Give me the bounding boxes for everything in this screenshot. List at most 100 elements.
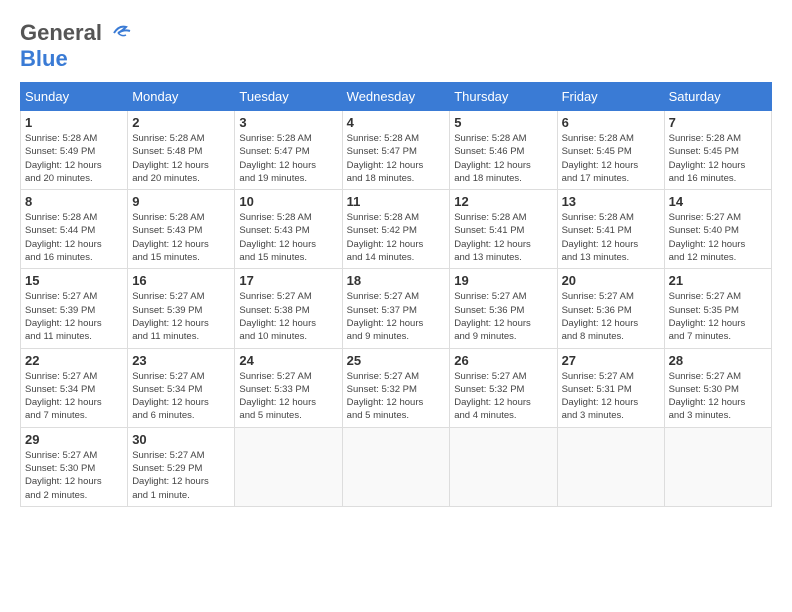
day-details: Sunrise: 5:28 AMSunset: 5:45 PMDaylight:… (562, 132, 660, 185)
day-details: Sunrise: 5:28 AMSunset: 5:41 PMDaylight:… (454, 211, 552, 264)
day-number: 25 (347, 353, 446, 368)
day-number: 14 (669, 194, 767, 209)
day-details: Sunrise: 5:27 AMSunset: 5:35 PMDaylight:… (669, 290, 767, 343)
day-details: Sunrise: 5:28 AMSunset: 5:43 PMDaylight:… (239, 211, 337, 264)
day-number: 9 (132, 194, 230, 209)
calendar-week-row: 22 Sunrise: 5:27 AMSunset: 5:34 PMDayligh… (21, 348, 772, 427)
calendar-cell: 30 Sunrise: 5:27 AMSunset: 5:29 PMDayligh… (128, 427, 235, 506)
day-details: Sunrise: 5:28 AMSunset: 5:42 PMDaylight:… (347, 211, 446, 264)
day-details: Sunrise: 5:28 AMSunset: 5:41 PMDaylight:… (562, 211, 660, 264)
day-details: Sunrise: 5:27 AMSunset: 5:33 PMDaylight:… (239, 370, 337, 423)
logo-blue-text: Blue (20, 46, 68, 71)
calendar-cell (450, 427, 557, 506)
header-friday: Friday (557, 83, 664, 111)
day-number: 22 (25, 353, 123, 368)
calendar-cell: 22 Sunrise: 5:27 AMSunset: 5:34 PMDayligh… (21, 348, 128, 427)
day-details: Sunrise: 5:27 AMSunset: 5:32 PMDaylight:… (347, 370, 446, 423)
day-details: Sunrise: 5:27 AMSunset: 5:34 PMDaylight:… (132, 370, 230, 423)
day-number: 6 (562, 115, 660, 130)
header-wednesday: Wednesday (342, 83, 450, 111)
day-details: Sunrise: 5:28 AMSunset: 5:43 PMDaylight:… (132, 211, 230, 264)
calendar-cell: 24 Sunrise: 5:27 AMSunset: 5:33 PMDayligh… (235, 348, 342, 427)
calendar-cell: 2 Sunrise: 5:28 AMSunset: 5:48 PMDaylight… (128, 111, 235, 190)
calendar-week-row: 1 Sunrise: 5:28 AMSunset: 5:49 PMDaylight… (21, 111, 772, 190)
logo-bird-icon (104, 23, 132, 43)
day-number: 29 (25, 432, 123, 447)
calendar-week-row: 15Sunrise: 5:27 AMSunset: 5:39 PMDayligh… (21, 269, 772, 348)
calendar-cell: 6 Sunrise: 5:28 AMSunset: 5:45 PMDaylight… (557, 111, 664, 190)
page-header: General Blue (20, 20, 772, 72)
calendar-cell: 28 Sunrise: 5:27 AMSunset: 5:30 PMDayligh… (664, 348, 771, 427)
calendar-cell: 29 Sunrise: 5:27 AMSunset: 5:30 PMDayligh… (21, 427, 128, 506)
day-details: Sunrise: 5:27 AMSunset: 5:39 PMDaylight:… (25, 290, 123, 343)
day-number: 21 (669, 273, 767, 288)
logo-general-text: General (20, 20, 102, 46)
day-details: Sunrise: 5:27 AMSunset: 5:36 PMDaylight:… (562, 290, 660, 343)
calendar-cell: 18Sunrise: 5:27 AMSunset: 5:37 PMDayligh… (342, 269, 450, 348)
calendar-cell (235, 427, 342, 506)
day-number: 20 (562, 273, 660, 288)
calendar-cell: 26 Sunrise: 5:27 AMSunset: 5:32 PMDayligh… (450, 348, 557, 427)
day-details: Sunrise: 5:27 AMSunset: 5:30 PMDaylight:… (25, 449, 123, 502)
day-number: 24 (239, 353, 337, 368)
calendar-cell: 16 Sunrise: 5:27 AMSunset: 5:39 PMDayligh… (128, 269, 235, 348)
header-tuesday: Tuesday (235, 83, 342, 111)
calendar-cell: 15Sunrise: 5:27 AMSunset: 5:39 PMDayligh… (21, 269, 128, 348)
calendar-cell: 21 Sunrise: 5:27 AMSunset: 5:35 PMDayligh… (664, 269, 771, 348)
day-details: Sunrise: 5:27 AMSunset: 5:30 PMDaylight:… (669, 370, 767, 423)
day-number: 30 (132, 432, 230, 447)
calendar-cell (664, 427, 771, 506)
calendar-cell: 4 Sunrise: 5:28 AMSunset: 5:47 PMDaylight… (342, 111, 450, 190)
calendar-cell: 20 Sunrise: 5:27 AMSunset: 5:36 PMDayligh… (557, 269, 664, 348)
calendar-table: Sunday Monday Tuesday Wednesday Thursday… (20, 82, 772, 507)
day-number: 23 (132, 353, 230, 368)
calendar-cell: 19 Sunrise: 5:27 AMSunset: 5:36 PMDayligh… (450, 269, 557, 348)
day-details: Sunrise: 5:27 AMSunset: 5:29 PMDaylight:… (132, 449, 230, 502)
day-details: Sunrise: 5:27 AMSunset: 5:40 PMDaylight:… (669, 211, 767, 264)
day-number: 18 (347, 273, 446, 288)
calendar-cell: 17 Sunrise: 5:27 AMSunset: 5:38 PMDayligh… (235, 269, 342, 348)
day-details: Sunrise: 5:28 AMSunset: 5:45 PMDaylight:… (669, 132, 767, 185)
calendar-cell: 8Sunrise: 5:28 AMSunset: 5:44 PMDaylight… (21, 190, 128, 269)
day-number: 10 (239, 194, 337, 209)
day-number: 17 (239, 273, 337, 288)
day-number: 5 (454, 115, 552, 130)
calendar-cell: 23 Sunrise: 5:27 AMSunset: 5:34 PMDayligh… (128, 348, 235, 427)
day-details: Sunrise: 5:28 AMSunset: 5:44 PMDaylight:… (25, 211, 123, 264)
header-thursday: Thursday (450, 83, 557, 111)
day-number: 3 (239, 115, 337, 130)
day-details: Sunrise: 5:27 AMSunset: 5:34 PMDaylight:… (25, 370, 123, 423)
calendar-cell: 7Sunrise: 5:28 AMSunset: 5:45 PMDaylight… (664, 111, 771, 190)
day-number: 16 (132, 273, 230, 288)
day-number: 27 (562, 353, 660, 368)
calendar-cell: 12 Sunrise: 5:28 AMSunset: 5:41 PMDayligh… (450, 190, 557, 269)
day-details: Sunrise: 5:28 AMSunset: 5:47 PMDaylight:… (347, 132, 446, 185)
day-number: 19 (454, 273, 552, 288)
day-number: 28 (669, 353, 767, 368)
calendar-cell (342, 427, 450, 506)
day-number: 4 (347, 115, 446, 130)
header-saturday: Saturday (664, 83, 771, 111)
calendar-cell: 1 Sunrise: 5:28 AMSunset: 5:49 PMDaylight… (21, 111, 128, 190)
day-details: Sunrise: 5:27 AMSunset: 5:32 PMDaylight:… (454, 370, 552, 423)
calendar-cell: 5 Sunrise: 5:28 AMSunset: 5:46 PMDaylight… (450, 111, 557, 190)
day-number: 12 (454, 194, 552, 209)
day-details: Sunrise: 5:28 AMSunset: 5:46 PMDaylight:… (454, 132, 552, 185)
calendar-cell: 11Sunrise: 5:28 AMSunset: 5:42 PMDayligh… (342, 190, 450, 269)
calendar-cell: 13Sunrise: 5:28 AMSunset: 5:41 PMDayligh… (557, 190, 664, 269)
day-details: Sunrise: 5:27 AMSunset: 5:39 PMDaylight:… (132, 290, 230, 343)
day-details: Sunrise: 5:28 AMSunset: 5:49 PMDaylight:… (25, 132, 123, 185)
calendar-week-row: 29 Sunrise: 5:27 AMSunset: 5:30 PMDayligh… (21, 427, 772, 506)
logo: General Blue (20, 20, 132, 72)
day-number: 26 (454, 353, 552, 368)
day-details: Sunrise: 5:28 AMSunset: 5:48 PMDaylight:… (132, 132, 230, 185)
day-number: 2 (132, 115, 230, 130)
calendar-header-row: Sunday Monday Tuesday Wednesday Thursday… (21, 83, 772, 111)
day-details: Sunrise: 5:28 AMSunset: 5:47 PMDaylight:… (239, 132, 337, 185)
day-details: Sunrise: 5:27 AMSunset: 5:36 PMDaylight:… (454, 290, 552, 343)
calendar-cell: 25 Sunrise: 5:27 AMSunset: 5:32 PMDayligh… (342, 348, 450, 427)
day-number: 1 (25, 115, 123, 130)
calendar-cell: 3 Sunrise: 5:28 AMSunset: 5:47 PMDaylight… (235, 111, 342, 190)
day-details: Sunrise: 5:27 AMSunset: 5:38 PMDaylight:… (239, 290, 337, 343)
day-details: Sunrise: 5:27 AMSunset: 5:31 PMDaylight:… (562, 370, 660, 423)
